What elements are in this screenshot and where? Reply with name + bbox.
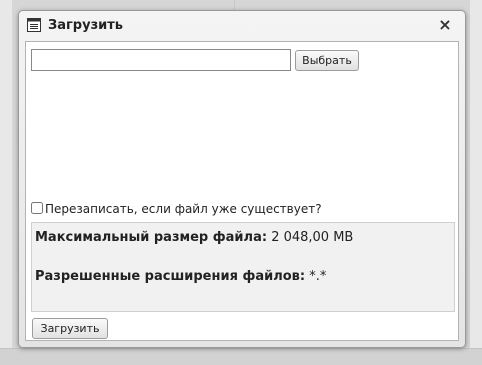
- file-path-input[interactable]: [31, 49, 291, 71]
- upload-dialog: Загрузить × Выбрать Перезаписать, если ф…: [18, 10, 466, 348]
- dialog-title: Загрузить: [48, 18, 123, 33]
- max-file-size-line: Максимальный размер файла: 2 048,00 MB: [35, 229, 353, 246]
- allowed-extensions-label: Разрешенные расширения файлов:: [35, 269, 306, 284]
- upload-info-panel: Максимальный размер файла: 2 048,00 MB Р…: [31, 222, 455, 312]
- dialog-titlebar[interactable]: Загрузить ×: [19, 11, 465, 41]
- upload-button[interactable]: Загрузить: [32, 318, 108, 339]
- background-pane-bottom: [0, 348, 482, 365]
- allowed-extensions-value: *.*: [309, 269, 327, 284]
- overwrite-label[interactable]: Перезаписать, если файл уже существует?: [45, 201, 322, 217]
- background-pane-right: [470, 0, 482, 364]
- document-list-icon: [27, 18, 41, 32]
- background-pane-left: [0, 0, 12, 364]
- max-file-size-label: Максимальный размер файла:: [35, 230, 268, 245]
- browse-button[interactable]: Выбрать: [295, 50, 359, 71]
- max-file-size-value: 2 048,00 MB: [271, 230, 354, 245]
- close-button[interactable]: ×: [437, 17, 453, 33]
- dialog-content: Выбрать Перезаписать, если файл уже суще…: [25, 41, 459, 341]
- allowed-extensions-line: Разрешенные расширения файлов: *.*: [35, 268, 326, 285]
- overwrite-checkbox[interactable]: [31, 202, 43, 214]
